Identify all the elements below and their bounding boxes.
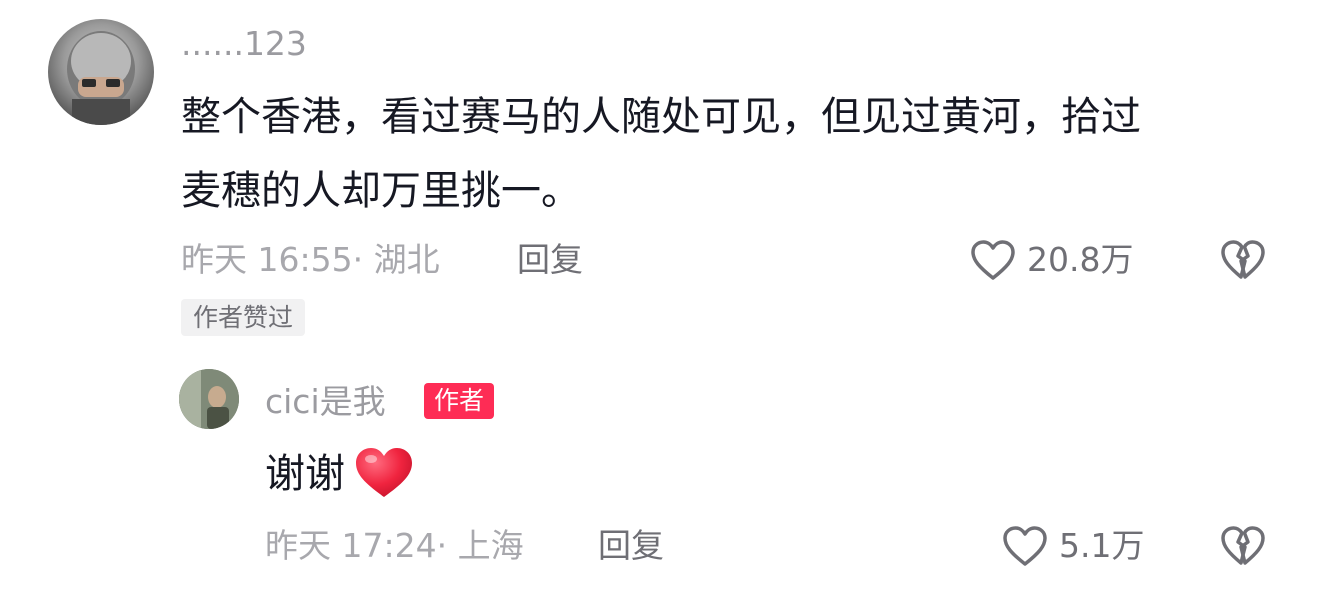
red-heart-emoji-icon bbox=[353, 446, 415, 500]
comment-text-line-2: 麦穗的人却万里挑一。 bbox=[181, 168, 581, 214]
dislike-broken-heart-icon[interactable] bbox=[1220, 239, 1266, 281]
avatar[interactable] bbox=[48, 19, 154, 125]
reply-avatar[interactable] bbox=[179, 369, 239, 429]
reply-text: 谢谢 bbox=[265, 451, 345, 497]
reply-button[interactable]: 回复 bbox=[517, 243, 583, 276]
comment-username[interactable]: ......123 bbox=[181, 27, 307, 60]
reply-reply-button[interactable]: 回复 bbox=[598, 529, 664, 562]
helmet-portrait-icon bbox=[67, 31, 135, 125]
like-count: 20.8万 bbox=[1027, 240, 1134, 279]
reply-like-heart-icon[interactable] bbox=[1002, 525, 1048, 567]
author-liked-badge: 作者赞过 bbox=[181, 299, 306, 336]
reply-username[interactable]: cici是我 bbox=[265, 385, 386, 418]
reply-like-count: 5.1万 bbox=[1059, 526, 1145, 565]
like-heart-icon[interactable] bbox=[970, 239, 1016, 281]
reply-meta: 昨天 17:24· 上海 bbox=[265, 526, 524, 565]
comment-text-line-1: 整个香港，看过赛马的人随处可见，但见过黄河，拾过 bbox=[181, 94, 1141, 140]
comment-meta: 昨天 16:55· 湖北 bbox=[181, 240, 440, 279]
person-photo-icon bbox=[179, 369, 239, 429]
author-tag: 作者 bbox=[424, 383, 495, 419]
reply-dislike-broken-heart-icon[interactable] bbox=[1220, 525, 1266, 567]
